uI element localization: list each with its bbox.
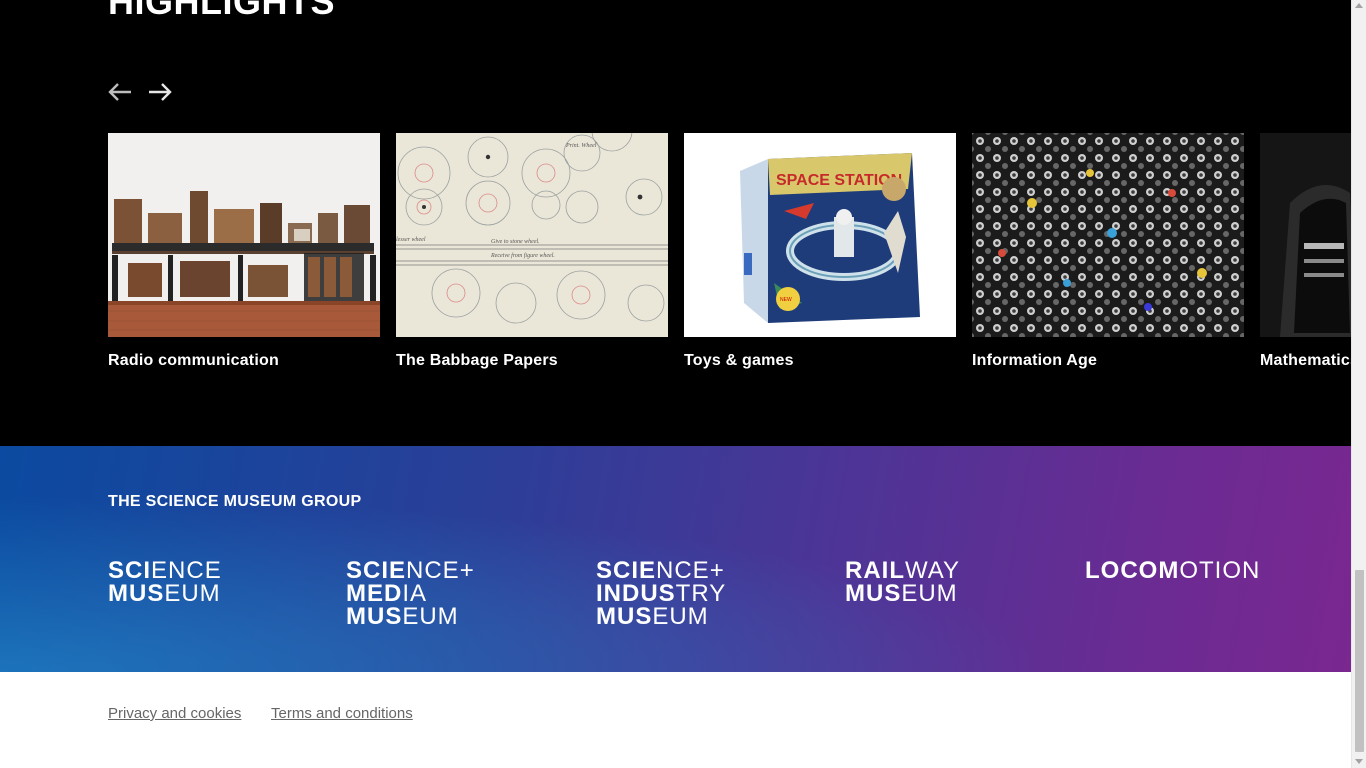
logo-line: SCIENCE+ — [346, 559, 475, 583]
logo-line: MUSEUM — [346, 603, 475, 630]
highlight-card-label: The Babbage Papers — [396, 352, 558, 369]
page: HIGHLIGHTS Radio communication lesser wh… — [0, 0, 1351, 768]
logo-text-bold: MUS — [596, 603, 653, 630]
logo-text-bold: LOCOM — [1085, 557, 1180, 584]
terms-conditions-link[interactable]: Terms and conditions — [271, 705, 413, 722]
svg-text:NEW: NEW — [780, 297, 792, 303]
logo-text-bold: MUS — [108, 580, 165, 607]
railway-museum-logo[interactable]: RAILWAY MUSEUM — [845, 559, 960, 607]
highlights-carousel: Radio communication lesser wheel Give to… — [108, 133, 1351, 383]
logo-line: MUSEUM — [845, 580, 960, 607]
privacy-cookies-link[interactable]: Privacy and cookies — [108, 705, 241, 722]
logo-line: LOCOMOTION — [1085, 557, 1261, 584]
scrollbar-thumb[interactable] — [1355, 570, 1364, 752]
logo-text-thin: EUM — [402, 603, 459, 630]
highlights-title: HIGHLIGHTS — [108, 0, 335, 22]
svg-text:Receive from figure wheel.: Receive from figure wheel. — [490, 252, 555, 259]
logo-line: INDUSTRY — [596, 582, 726, 606]
highlight-card-information-age[interactable]: Information Age — [972, 133, 1244, 383]
logo-text-thin: EUM — [164, 580, 221, 607]
logo-text-bold: MUS — [845, 580, 902, 607]
logo-text-thin: EUM — [652, 603, 709, 630]
logo-line: MUSEUM — [596, 603, 726, 630]
locomotion-logo[interactable]: LOCOMOTION — [1085, 557, 1261, 584]
space-station-toy-image: SPACE STATION NEW — [684, 133, 956, 337]
carousel-next-button[interactable] — [146, 78, 174, 106]
svg-text:Give to stone wheel.: Give to stone wheel. — [491, 239, 540, 245]
science-museum-logo[interactable]: SCIENCE MUSEUM — [108, 559, 222, 607]
logo-line: MEDIA — [346, 582, 475, 606]
switchboard-plugs-image — [972, 133, 1244, 337]
footer: Privacy and cookies Terms and conditions — [0, 672, 1351, 768]
arrow-right-icon — [149, 83, 172, 101]
calculating-machine-image — [1260, 133, 1351, 337]
logo-text-thin: OTION — [1179, 557, 1261, 584]
highlight-card-label: Toys & games — [684, 352, 794, 369]
highlight-card-label: Radio communication — [108, 352, 279, 369]
highlight-card-label: Information Age — [972, 352, 1098, 369]
carousel-prev-button[interactable] — [106, 78, 134, 106]
highlight-card-mathematics[interactable]: Mathematics — [1260, 133, 1351, 383]
group-title: THE SCIENCE MUSEUM GROUP — [108, 493, 362, 510]
science-industry-museum-logo[interactable]: SCIENCE+ INDUSTRY MUSEUM — [596, 559, 726, 630]
logo-line: SCIENCE — [108, 559, 222, 583]
highlight-card-radio[interactable]: Radio communication — [108, 133, 380, 383]
logo-line: SCIENCE+ — [596, 559, 726, 583]
logo-text-thin: EUM — [901, 580, 958, 607]
svg-text:Print. Wheel: Print. Wheel — [565, 143, 597, 149]
radio-equipment-image — [108, 133, 380, 337]
highlight-card-babbage[interactable]: lesser wheel Give to stone wheel. Receiv… — [396, 133, 668, 383]
science-museum-group-section: THE SCIENCE MUSEUM GROUP SCIENCE MUSEUM … — [0, 446, 1351, 672]
highlight-card-toys[interactable]: SPACE STATION NEW Toys & games — [684, 133, 956, 383]
svg-text:lesser wheel: lesser wheel — [396, 237, 426, 243]
scroll-down-arrow-icon[interactable] — [1355, 759, 1363, 764]
babbage-drawing-image: lesser wheel Give to stone wheel. Receiv… — [396, 133, 668, 337]
science-media-museum-logo[interactable]: SCIENCE+ MEDIA MUSEUM — [346, 559, 475, 630]
vertical-scrollbar[interactable] — [1351, 0, 1366, 768]
logo-line: MUSEUM — [108, 580, 222, 607]
highlight-card-label: Mathematics — [1260, 352, 1351, 369]
logo-line: RAILWAY — [845, 559, 960, 583]
scroll-up-arrow-icon[interactable] — [1355, 3, 1363, 8]
highlights-section: HIGHLIGHTS Radio communication lesser wh… — [0, 0, 1351, 446]
arrow-left-icon — [108, 83, 131, 101]
logo-text-bold: MUS — [346, 603, 403, 630]
